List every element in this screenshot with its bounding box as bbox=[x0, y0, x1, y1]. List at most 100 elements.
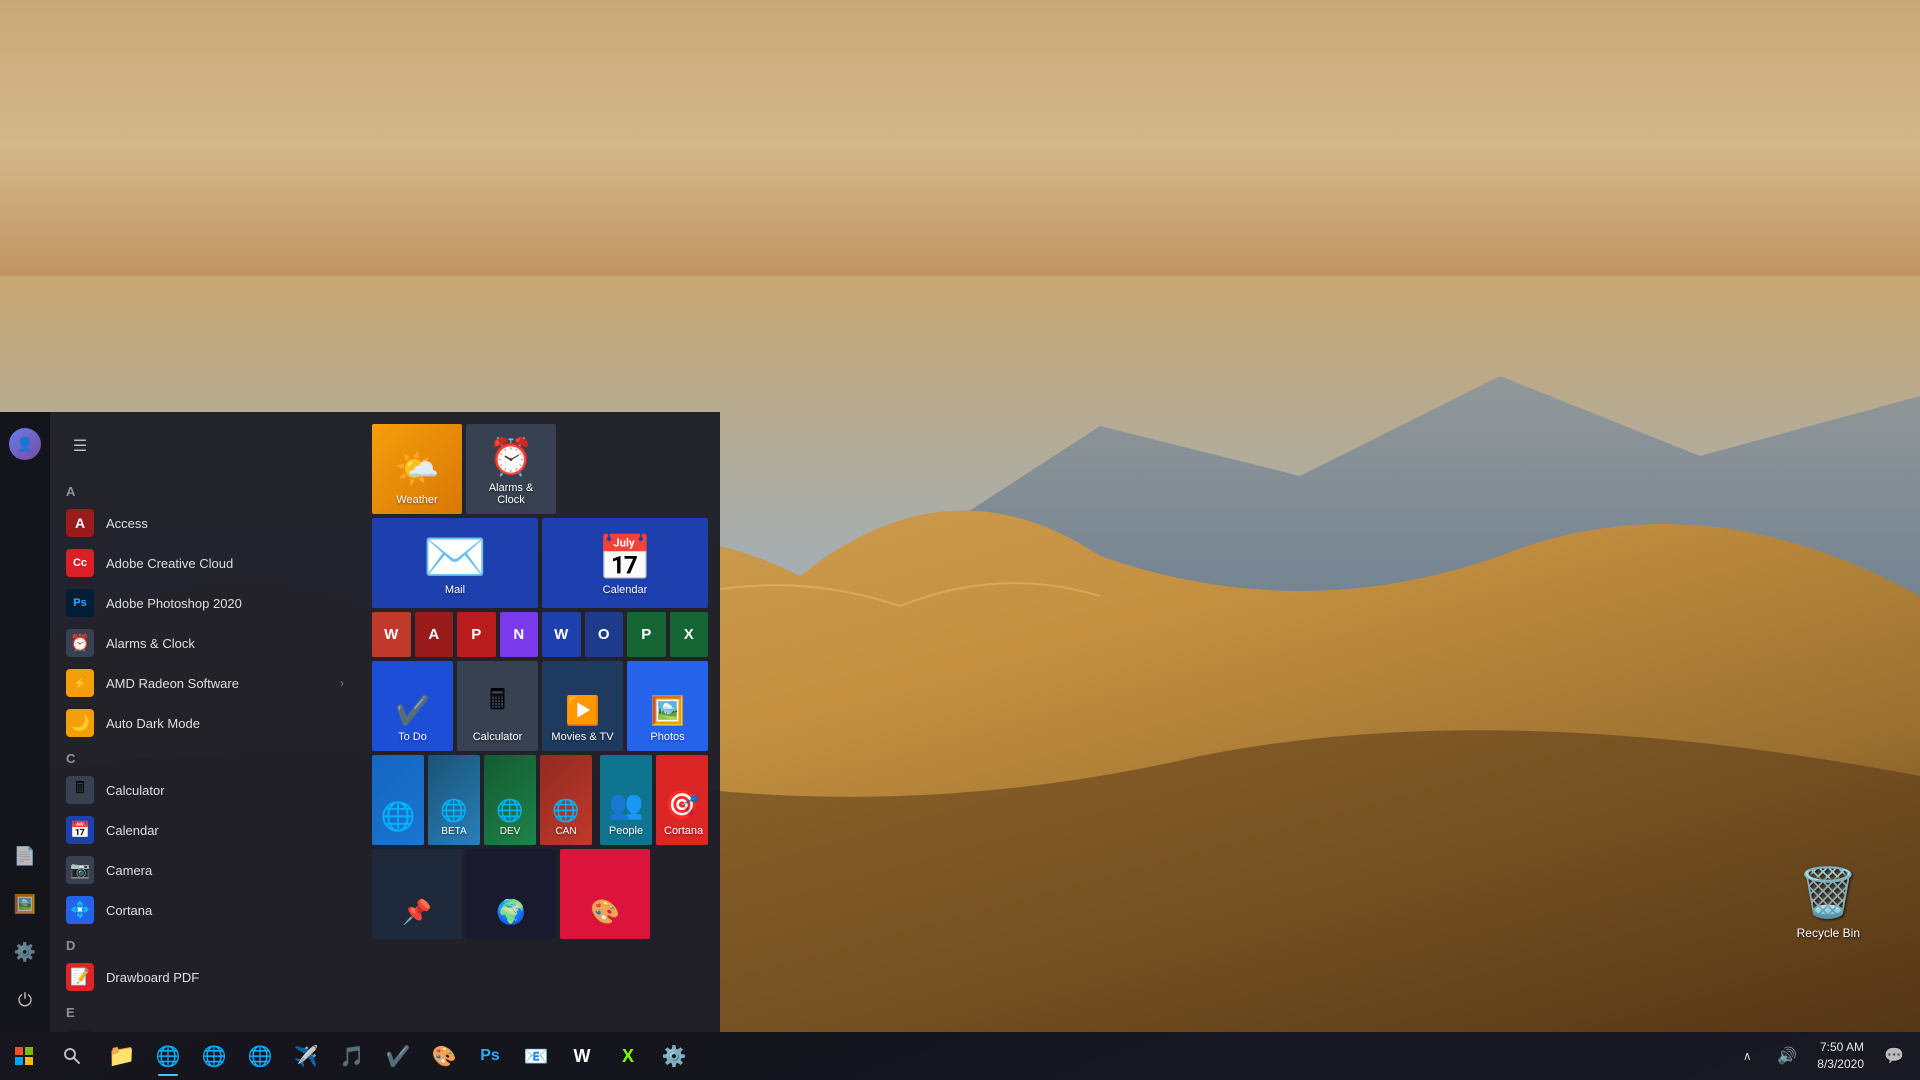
cortana-label: Cortana bbox=[106, 903, 152, 918]
app-item-calculator[interactable]: 🖩 Calculator bbox=[50, 770, 360, 810]
access-icon: A bbox=[66, 509, 94, 537]
edge-stable-tile[interactable]: 🌐 bbox=[372, 755, 424, 845]
office-outlook-tile[interactable]: O bbox=[585, 612, 624, 657]
clock-tile-label: Alarms & Clock bbox=[474, 482, 548, 506]
movies-tile[interactable]: ▶️ Movies & TV bbox=[542, 661, 623, 751]
taskbar-outlook[interactable]: 📧 bbox=[514, 1034, 558, 1078]
mail-tile[interactable]: ✉️ Mail bbox=[372, 518, 538, 608]
taskbar-file-explorer[interactable]: 📁 bbox=[100, 1034, 144, 1078]
app-item-drawboard[interactable]: 📝 Drawboard PDF bbox=[50, 957, 360, 997]
taskbar-pichon[interactable]: 🎨 bbox=[422, 1034, 466, 1078]
taskbar-edge-dev[interactable]: 🌐 bbox=[238, 1034, 282, 1078]
deskpins-tile[interactable]: 📌 bbox=[372, 849, 462, 939]
weather-tile-label: Weather bbox=[380, 494, 454, 506]
tiles-row-5: 🌐 🌐 BETA 🌐 DEV 🌐 CAN 👥 bbox=[372, 755, 708, 845]
app-item-autodark[interactable]: 🌙 Auto Dark Mode bbox=[50, 703, 360, 743]
taskbar-volume-icon[interactable]: 🔊 bbox=[1769, 1038, 1805, 1074]
excel-tile-icon: X bbox=[684, 626, 694, 643]
office-word-tile[interactable]: W bbox=[372, 612, 411, 657]
office-tiles-row: W A P N W O P bbox=[372, 612, 708, 657]
office-onenote-tile[interactable]: N bbox=[500, 612, 539, 657]
edge-beta-label: BETA bbox=[436, 826, 472, 837]
calc-tile[interactable]: 🖩 Calculator bbox=[457, 661, 538, 751]
hamburger-btn[interactable]: ☰ bbox=[62, 428, 98, 464]
search-icon bbox=[63, 1047, 81, 1065]
app-item-alarms[interactable]: ⏰ Alarms & Clock bbox=[50, 623, 360, 663]
pichon-tile-icon: 🎨 bbox=[590, 898, 620, 927]
user-avatar: 👤 bbox=[9, 428, 41, 460]
calculator-label: Calculator bbox=[106, 783, 165, 798]
movies-tile-icon: ▶️ bbox=[565, 694, 600, 727]
photos-tile[interactable]: 🖼️ Photos bbox=[627, 661, 708, 751]
ppt-tile-icon: P bbox=[471, 626, 481, 643]
clock-tile-icon: ⏰ bbox=[489, 436, 534, 478]
alarms-icon: ⏰ bbox=[66, 629, 94, 657]
people-tile[interactable]: 👥 People bbox=[600, 755, 652, 845]
pichon-tile[interactable]: 🎨 bbox=[560, 849, 650, 939]
sonic-tile[interactable]: 🌍 bbox=[466, 849, 556, 939]
clock-tile[interactable]: ⏰ Alarms & Clock bbox=[466, 424, 556, 514]
letter-E: E bbox=[50, 997, 360, 1024]
taskbar-search-btn[interactable] bbox=[48, 1032, 96, 1080]
access-label: Access bbox=[106, 516, 148, 531]
letter-C: C bbox=[50, 743, 360, 770]
todo-tile[interactable]: ✔️ To Do bbox=[372, 661, 453, 751]
edge-can-tile[interactable]: 🌐 CAN bbox=[540, 755, 592, 845]
app-item-cortana[interactable]: 💠 Cortana bbox=[50, 890, 360, 930]
office-access-tile[interactable]: A bbox=[415, 612, 454, 657]
edge-beta-icon: 🌐 bbox=[440, 798, 467, 824]
edge-dev-icon: 🌐 bbox=[496, 798, 523, 824]
drawboard-icon: 📝 bbox=[66, 963, 94, 991]
app-item-epic[interactable]: 🎮 Epic Games Launcher bbox=[50, 1024, 360, 1032]
user-avatar-btn[interactable]: 👤 bbox=[3, 422, 47, 466]
movies-tile-label: Movies & TV bbox=[550, 731, 615, 743]
office-excel-tile[interactable]: X bbox=[670, 612, 709, 657]
taskbar-spotify[interactable]: 🎵 bbox=[330, 1034, 374, 1078]
app-item-access[interactable]: A Access bbox=[50, 503, 360, 543]
amd-label: AMD Radeon Software bbox=[106, 676, 239, 691]
autodark-label: Auto Dark Mode bbox=[106, 716, 200, 731]
sidebar-bottom-buttons: 📄 🖼️ ⚙️ ⏻ bbox=[3, 834, 47, 1022]
taskbar-telegram[interactable]: ✈️ bbox=[284, 1034, 328, 1078]
taskbar-word[interactable]: W bbox=[560, 1034, 604, 1078]
taskbar-photoshop[interactable]: Ps bbox=[468, 1034, 512, 1078]
amd-expand-icon: › bbox=[340, 676, 344, 690]
taskbar-edge-stable[interactable]: 🌐 bbox=[192, 1034, 236, 1078]
power-btn[interactable]: ⏻ bbox=[3, 978, 47, 1022]
app-item-amd[interactable]: ⚡ AMD Radeon Software › bbox=[50, 663, 360, 703]
app-item-calendar[interactable]: 📅 Calendar bbox=[50, 810, 360, 850]
edge-beta-tile[interactable]: 🌐 BETA bbox=[428, 755, 480, 845]
calendar-label: Calendar bbox=[106, 823, 159, 838]
app-item-photoshop[interactable]: Ps Adobe Photoshop 2020 bbox=[50, 583, 360, 623]
pictures-btn[interactable]: 🖼️ bbox=[3, 882, 47, 926]
office-ppt-tile[interactable]: P bbox=[457, 612, 496, 657]
documents-btn[interactable]: 📄 bbox=[3, 834, 47, 878]
taskbar-clock[interactable]: 7:50 AM 8/3/2020 bbox=[1809, 1039, 1872, 1073]
outlook-tile-icon: O bbox=[598, 626, 610, 643]
start-sidebar: 👤 📄 🖼️ ⚙️ ⏻ bbox=[0, 412, 50, 1032]
tiles-row-2: ✉️ Mail 📅 Calendar bbox=[372, 518, 708, 608]
edge-dev-tile[interactable]: 🌐 DEV bbox=[484, 755, 536, 845]
app-item-adobe-cc[interactable]: Cc Adobe Creative Cloud bbox=[50, 543, 360, 583]
people-tile-icon: 👥 bbox=[609, 788, 644, 821]
taskbar-excel[interactable]: X bbox=[606, 1034, 650, 1078]
taskbar-settings[interactable]: ⚙️ bbox=[652, 1034, 696, 1078]
taskbar-chevron-up[interactable]: ∧ bbox=[1729, 1038, 1765, 1074]
letter-A: A bbox=[50, 476, 360, 503]
calendar-tile[interactable]: 📅 Calendar bbox=[542, 518, 708, 608]
app-item-camera[interactable]: 📷 Camera bbox=[50, 850, 360, 890]
taskbar-notification-btn[interactable]: 💬 bbox=[1876, 1038, 1912, 1074]
recycle-bin-label: Recycle Bin bbox=[1797, 926, 1860, 940]
proj-tile-icon: P bbox=[641, 626, 651, 643]
taskbar-todo[interactable]: ✔️ bbox=[376, 1034, 420, 1078]
cortana-tile[interactable]: 🎯 Cortana bbox=[656, 755, 708, 845]
office-word2-tile[interactable]: W bbox=[542, 612, 581, 657]
taskbar-edge[interactable]: 🌐 bbox=[146, 1034, 190, 1078]
settings-btn[interactable]: ⚙️ bbox=[3, 930, 47, 974]
start-button[interactable] bbox=[0, 1032, 48, 1080]
office-proj-tile[interactable]: P bbox=[627, 612, 666, 657]
adobe-cc-label: Adobe Creative Cloud bbox=[106, 556, 233, 571]
calc-tile-label: Calculator bbox=[465, 731, 530, 743]
recycle-bin[interactable]: 🗑️ Recycle Bin bbox=[1797, 862, 1860, 940]
weather-tile[interactable]: 🌤️ Weather bbox=[372, 424, 462, 514]
